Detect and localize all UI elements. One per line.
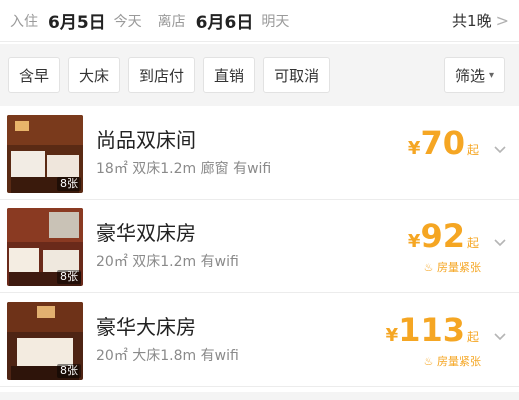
room-item[interactable]: 8张 尚品双床间 18㎡ 双床1.2m 廊窗 有wifi ¥ 70 起 (0, 108, 519, 200)
room-name: 豪华大床房 (96, 315, 196, 339)
checkout-relative: 明天 (261, 13, 290, 30)
room-description: 20㎡ 双床1.2m 有wifi (96, 254, 239, 270)
photo-count: 8张 (57, 177, 81, 191)
room-photo[interactable]: 8张 (7, 208, 83, 286)
checkin-relative: 今天 (113, 13, 142, 30)
room-description: 20㎡ 大床1.8m 有wifi (96, 348, 239, 364)
price-amount: 70 (420, 124, 465, 162)
checkout-date[interactable]: 6月6日 (196, 8, 254, 33)
filter-label: 筛选 (454, 66, 485, 85)
chevron-down-icon[interactable] (493, 142, 507, 156)
room-name: 豪华双床房 (96, 221, 196, 245)
low-availability-badge: ♨ 房量紧张 (424, 259, 481, 275)
room-photo[interactable]: 8张 (7, 302, 83, 380)
chevron-down-icon: ▾ (488, 69, 494, 81)
checkout-label: 离店 (157, 13, 186, 30)
filter-chip-direct-sale[interactable]: 直销 (203, 57, 256, 93)
low-availability-badge: ♨ 房量紧张 (424, 353, 481, 369)
room-price: ¥ 70 起 (408, 126, 479, 160)
list-bottom-divider (0, 392, 519, 400)
room-photo[interactable]: 8张 (7, 115, 83, 193)
filter-chip-cancellable[interactable]: 可取消 (263, 57, 331, 93)
chevron-down-icon[interactable] (493, 329, 507, 343)
price-currency: ¥ (385, 325, 399, 346)
availability-text: 房量紧张 (437, 261, 481, 274)
room-item[interactable]: 8张 豪华双床房 20㎡ 双床1.2m 有wifi ¥ 92 起 ♨ 房量紧张 (0, 201, 519, 293)
room-price: ¥ 92 起 (408, 219, 479, 253)
date-selector[interactable]: 入住 6月5日 今天 离店 6月6日 明天 共1晚 > (0, 0, 519, 42)
chevron-right-icon: > (495, 11, 509, 30)
filter-bar: 含早 大床 到店付 直销 可取消 筛选 ▾ (0, 44, 519, 106)
availability-text: 房量紧张 (437, 355, 481, 368)
filter-chip-breakfast[interactable]: 含早 (8, 57, 61, 93)
price-suffix: 起 (466, 143, 479, 157)
checkin-date[interactable]: 6月5日 (48, 8, 106, 33)
room-price: ¥ 113 起 (386, 313, 479, 347)
chevron-down-icon[interactable] (493, 235, 507, 249)
price-suffix: 起 (466, 330, 479, 344)
price-currency: ¥ (407, 231, 421, 252)
price-suffix: 起 (466, 236, 479, 250)
filter-chip-pay-at-hotel[interactable]: 到店付 (128, 57, 196, 93)
room-item[interactable]: 8张 豪华大床房 20㎡ 大床1.8m 有wifi ¥ 113 起 ♨ 房量紧张 (0, 295, 519, 387)
checkin-label: 入住 (10, 13, 38, 30)
room-list-page: 入住 6月5日 今天 离店 6月6日 明天 共1晚 > 含早 大床 到店付 直销… (0, 0, 519, 400)
filter-chip-big-bed[interactable]: 大床 (68, 57, 121, 93)
photo-count: 8张 (57, 364, 81, 378)
price-amount: 92 (420, 217, 465, 255)
flame-icon: ♨ (423, 261, 434, 274)
photo-count: 8张 (57, 270, 81, 284)
price-amount: 113 (398, 311, 465, 349)
nights-selector[interactable]: 共1晚 > (452, 10, 509, 31)
filter-button[interactable]: 筛选 ▾ (443, 57, 505, 93)
room-name: 尚品双床间 (96, 128, 196, 152)
price-currency: ¥ (407, 138, 421, 159)
room-description: 18㎡ 双床1.2m 廊窗 有wifi (96, 161, 272, 177)
nights-count: 共1晚 (452, 12, 492, 30)
flame-icon: ♨ (423, 355, 434, 368)
